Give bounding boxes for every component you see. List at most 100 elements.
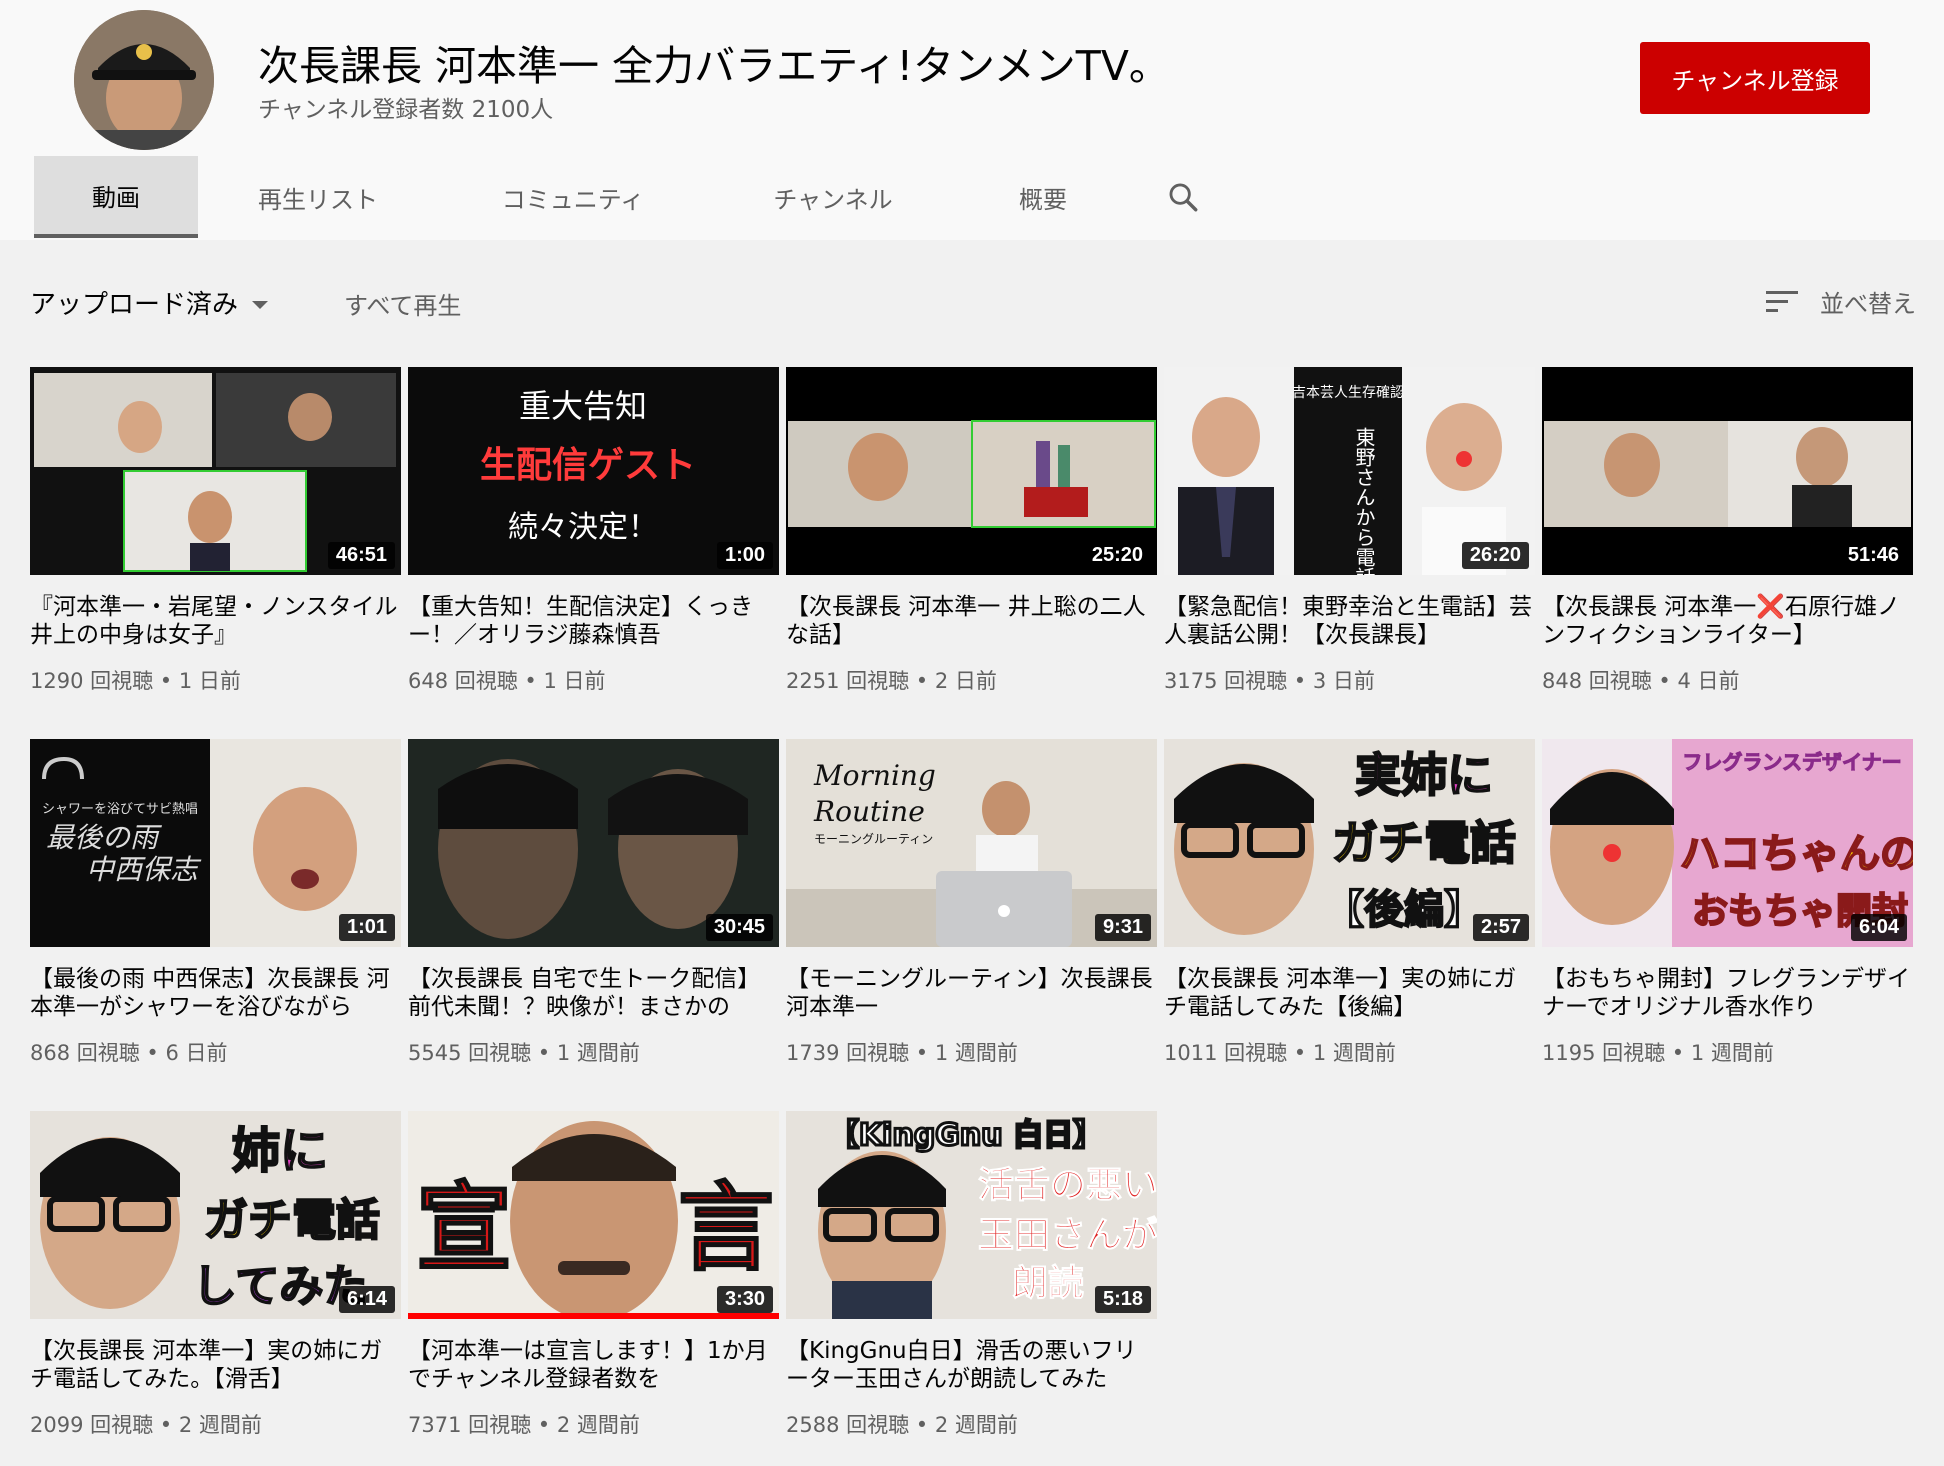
video-card[interactable]: 51:46 【次長課長 河本準一❌石原行雄ノンフィクションライター】 848 回… [1542, 367, 1913, 699]
video-thumbnail[interactable]: 30:45 [408, 739, 779, 947]
video-card[interactable]: Morning Routine モーニングルーティン 9:31 【モーニングルー… [786, 739, 1157, 1071]
video-meta: 5545 回視聴 • 1 週間前 [408, 1041, 640, 1065]
tab-community[interactable]: コミュニティ [438, 156, 708, 238]
tab-channels[interactable]: チャンネル [708, 156, 958, 238]
thumb-text: 東野さんから電話がきた [1352, 427, 1376, 575]
video-meta: 868 回視聴 • 6 日前 [30, 1041, 228, 1065]
video-meta: 1739 回視聴 • 1 週間前 [786, 1041, 1018, 1065]
video-card[interactable]: フレグランスデザイナー ハコちゃんの おもちゃ開封 6:04 【おもちゃ開封】フ… [1542, 739, 1913, 1071]
video-duration: 2:57 [1472, 914, 1529, 941]
thumb-text: モーニングルーティン [814, 832, 933, 846]
video-card[interactable]: 重大告知 生配信ゲスト 続々決定！ 1:00 【重大告知！生配信決定】くっきー！… [408, 367, 779, 699]
thumb-text: 最後の雨 [46, 821, 162, 854]
video-title[interactable]: 『河本準一・岩尾望・ノンスタイル井上の中身は女子』 [30, 593, 401, 649]
thumb-text: ガチ電話 [1332, 816, 1516, 870]
video-title[interactable]: 【緊急配信！東野幸治と生電話】芸人裏話公開！【次長課長】 [1164, 593, 1535, 649]
video-meta: 7371 回視聴 • 2 週間前 [408, 1413, 640, 1437]
video-meta: 848 回視聴 • 4 日前 [1542, 669, 1740, 693]
video-title[interactable]: 【次長課長 河本準一】実の姉にガチ電話してみた【後編】 [1164, 965, 1535, 1021]
video-thumbnail[interactable]: フレグランスデザイナー ハコちゃんの おもちゃ開封 6:04 [1542, 739, 1913, 947]
channel-header: 次長課長 河本準一 全力バラエティ!タンメンTV。 チャンネル登録者数 2100… [0, 0, 1944, 240]
sort-icon [1766, 290, 1798, 312]
channel-title: 次長課長 河本準一 全力バラエティ!タンメンTV。 [258, 42, 1170, 90]
video-card[interactable]: 宣 言 3:30 【河本準一は宣言します！】1か月でチャンネル登録者数を 737… [408, 1111, 779, 1443]
video-thumbnail[interactable]: 重大告知 生配信ゲスト 続々決定！ 1:00 [408, 367, 779, 575]
play-all-button[interactable]: すべて再生 [344, 286, 461, 321]
video-duration: 1:00 [716, 542, 773, 569]
video-duration: 30:45 [705, 914, 773, 941]
video-duration: 51:46 [1839, 542, 1907, 569]
video-card[interactable]: 25:20 【次長課長 河本準一 井上聡の二人な話】 2251 回視聴 • 2 … [786, 367, 1157, 699]
video-duration: 1:01 [338, 914, 395, 941]
video-title[interactable]: 【河本準一は宣言します！】1か月でチャンネル登録者数を [408, 1337, 779, 1393]
video-title[interactable]: 【重大告知！生配信決定】くっきー！／オリラジ藤森慎吾 [408, 593, 779, 649]
thumb-text: ハコちゃんの [1680, 831, 1913, 877]
thumb-text: 【後編】 [1324, 887, 1484, 933]
channel-search-button[interactable] [1128, 156, 1238, 238]
video-card[interactable]: 30:45 【次長課長 自宅で生トーク配信】前代未聞！？映像が！まさかの 554… [408, 739, 779, 1071]
video-duration: 6:04 [1850, 914, 1907, 941]
tab-playlists[interactable]: 再生リスト [198, 156, 438, 238]
video-duration: 9:31 [1094, 914, 1151, 941]
thumb-text: 言 [678, 1172, 774, 1284]
video-meta: 2251 回視聴 • 2 日前 [786, 669, 997, 693]
video-duration: 26:20 [1461, 542, 1529, 569]
thumb-text: フレグランスデザイナー [1682, 750, 1901, 774]
video-title[interactable]: 【最後の雨 中西保志】次長課長 河本準一がシャワーを浴びながら [30, 965, 401, 1021]
video-thumbnail[interactable]: 吉本芸人生存確認 東野さんから電話がきた 26:20 [1164, 367, 1535, 575]
video-title[interactable]: 【次長課長 河本準一】実の姉にガチ電話してみた。【滑舌】 [30, 1337, 401, 1393]
video-thumbnail[interactable]: 51:46 [1542, 367, 1913, 575]
channel-avatar[interactable] [74, 10, 214, 150]
video-thumbnail[interactable]: 宣 言 3:30 [408, 1111, 779, 1319]
search-icon [1169, 183, 1198, 212]
thumb-text: 中西保志 [86, 853, 202, 886]
sort-button[interactable]: 並べ替え [1766, 284, 1916, 319]
video-card[interactable]: 姉に ガチ電話 してみた 6:14 【次長課長 河本準一】実の姉にガチ電話してみ… [30, 1111, 401, 1443]
video-title[interactable]: 【KingGnu白日】滑舌の悪いフリーター玉田さんが朗読してみた [786, 1337, 1157, 1393]
subscribe-button[interactable]: チャンネル登録 [1640, 42, 1870, 114]
video-title[interactable]: 【次長課長 河本準一 井上聡の二人な話】 [786, 593, 1157, 649]
thumb-text: Routine [813, 795, 925, 828]
tab-videos[interactable]: 動画 [34, 156, 198, 238]
video-card[interactable]: シャワーを浴びてサビ熱唱 最後の雨 中西保志 1:01 【最後の雨 中西保志】次… [30, 739, 401, 1071]
thumb-text: 実姉に [1355, 748, 1493, 802]
video-thumbnail[interactable]: 姉に ガチ電話 してみた 6:14 [30, 1111, 401, 1319]
video-thumbnail[interactable]: Morning Routine モーニングルーティン 9:31 [786, 739, 1157, 947]
video-title[interactable]: 【次長課長 河本準一❌石原行雄ノンフィクションライター】 [1542, 593, 1913, 649]
video-card[interactable]: 【KingGnu 白日】 活舌の悪い 玉田さんが 朗読 5:18 【KingGn… [786, 1111, 1157, 1443]
thumb-text: 【KingGnu 白日】 [829, 1118, 1103, 1153]
subscriber-count: チャンネル登録者数 2100人 [258, 97, 554, 123]
sort-label: 並べ替え [1820, 290, 1916, 318]
uploads-dropdown[interactable]: アップロード済み [30, 284, 269, 321]
video-thumbnail[interactable]: 実姉に ガチ電話 【後編】 2:57 [1164, 739, 1535, 947]
video-thumbnail[interactable]: シャワーを浴びてサビ熱唱 最後の雨 中西保志 1:01 [30, 739, 401, 947]
caret-down-icon [252, 300, 269, 309]
video-meta: 648 回視聴 • 1 日前 [408, 669, 606, 693]
watch-progress-bar [408, 1313, 779, 1319]
video-thumbnail[interactable]: 46:51 [30, 367, 401, 575]
video-meta: 2099 回視聴 • 2 週間前 [30, 1413, 262, 1437]
tab-about[interactable]: 概要 [958, 156, 1128, 238]
video-grid: 46:51 『河本準一・岩尾望・ノンスタイル井上の中身は女子』 1290 回視聴… [30, 367, 1916, 1443]
video-title[interactable]: 【次長課長 自宅で生トーク配信】前代未聞！？映像が！まさかの [408, 965, 779, 1021]
video-duration: 5:18 [1094, 1286, 1151, 1313]
video-meta: 1195 回視聴 • 1 週間前 [1542, 1041, 1774, 1065]
video-card[interactable]: 吉本芸人生存確認 東野さんから電話がきた 26:20 【緊急配信！東野幸治と生電… [1164, 367, 1535, 699]
thumb-text: 重大告知 [519, 387, 647, 425]
video-title[interactable]: 【モーニングルーティン】次長課長 河本準一 [786, 965, 1157, 1021]
thumb-text: 朗読 [1012, 1263, 1084, 1304]
video-thumbnail[interactable]: 【KingGnu 白日】 活舌の悪い 玉田さんが 朗読 5:18 [786, 1111, 1157, 1319]
thumb-text: ガチ電話 [204, 1195, 380, 1246]
video-title[interactable]: 【おもちゃ開封】フレグランデザイナーでオリジナル香水作り [1542, 965, 1913, 1021]
video-card[interactable]: 実姉に ガチ電話 【後編】 2:57 【次長課長 河本準一】実の姉にガチ電話して… [1164, 739, 1535, 1071]
channel-tabs: 動画 再生リスト コミュニティ チャンネル 概要 [34, 156, 1238, 238]
video-thumbnail[interactable]: 25:20 [786, 367, 1157, 575]
video-meta: 3175 回視聴 • 3 日前 [1164, 669, 1375, 693]
thumb-text: 宣 [416, 1172, 512, 1284]
video-meta: 2588 回視聴 • 2 週間前 [786, 1413, 1018, 1437]
uploads-label: アップロード済み [30, 290, 239, 320]
svg-text:吉本芸人生存確認: 吉本芸人生存確認 [1292, 385, 1404, 401]
video-meta: 1011 回視聴 • 1 週間前 [1164, 1041, 1396, 1065]
thumb-text: 生配信ゲスト [480, 445, 696, 486]
video-card[interactable]: 46:51 『河本準一・岩尾望・ノンスタイル井上の中身は女子』 1290 回視聴… [30, 367, 401, 699]
